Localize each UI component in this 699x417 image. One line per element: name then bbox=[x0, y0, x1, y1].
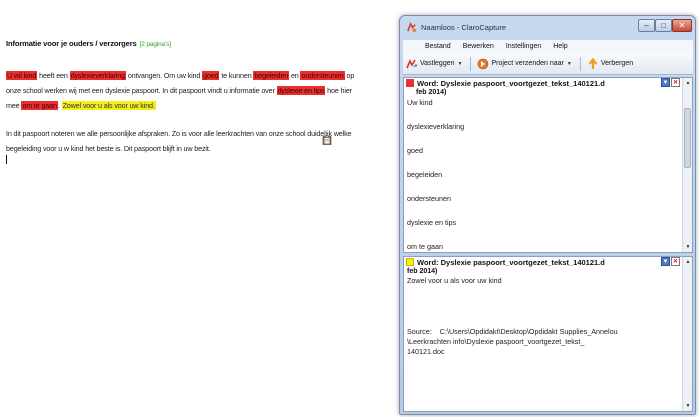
panel-header-buttons: ▼ ✕ bbox=[660, 257, 680, 266]
list-item[interactable]: dyslexie en tips bbox=[407, 218, 692, 227]
toolbar: Vastleggen ▼ Project verzenden naar ▼ Ve… bbox=[403, 53, 693, 75]
highlight-red: goed bbox=[202, 71, 220, 80]
panel-scrollbar[interactable]: ▲ ▼ bbox=[682, 78, 692, 252]
paragraph-text: te kunnen bbox=[219, 71, 254, 80]
heading-page-count: [2 pagina's] bbox=[139, 41, 171, 48]
menu-bewerken[interactable]: Bewerken bbox=[463, 43, 494, 50]
screen: Informatie voor je ouders / verzorgers [2… bbox=[0, 0, 699, 417]
menu-instellingen[interactable]: Instellingen bbox=[506, 43, 541, 50]
list-item[interactable]: begeleiden bbox=[407, 170, 692, 179]
list-item[interactable]: goed bbox=[407, 146, 692, 155]
source-path-line-1: C:\Users\Opdidakt\Desktop\Opdidakt Suppl… bbox=[439, 327, 618, 336]
document-area[interactable]: Informatie voor je ouders / verzorgers [2… bbox=[6, 38, 356, 164]
panel-item-list: Uw kind dyslexieverklaring goed begeleid… bbox=[404, 98, 692, 251]
source-path-line-3: 140121.doc bbox=[407, 347, 445, 356]
scroll-thumb[interactable] bbox=[684, 108, 691, 168]
menu-bar: Bestand Bewerken Instellingen Help bbox=[403, 40, 693, 53]
document-paragraph-1[interactable]: U wil kind heeft een dyslexieverklaring … bbox=[6, 68, 356, 113]
clarocapture-app-icon bbox=[407, 21, 417, 32]
highlight-red: om te gaan bbox=[21, 101, 58, 110]
panel-header: Word: Dyslexie paspoort_voortgezet_tekst… bbox=[404, 257, 692, 267]
paragraph-text: en bbox=[289, 71, 301, 80]
scroll-down-icon[interactable]: ▼ bbox=[683, 242, 692, 252]
capture-label: Vastleggen bbox=[420, 60, 455, 67]
hide-label: Verbergen bbox=[600, 60, 634, 67]
paragraph-text: heeft een bbox=[37, 71, 70, 80]
panel-title: Word: Dyslexie paspoort_voortgezet_tekst… bbox=[417, 257, 605, 267]
highlight-red: dyslexieverklaring bbox=[69, 71, 127, 80]
panel-expand-button[interactable]: ▼ bbox=[661, 257, 670, 266]
minimize-button[interactable]: – bbox=[638, 19, 655, 32]
toolbar-separator bbox=[579, 56, 581, 71]
menu-bestand[interactable]: Bestand bbox=[425, 43, 451, 50]
clarocapture-window: Naamloos - ClaroCapture – □ ✕ Bestand Be… bbox=[399, 15, 696, 415]
panel-header-buttons: ▼ ✕ bbox=[660, 78, 680, 87]
document-heading: Informatie voor je ouders / verzorgers [2… bbox=[6, 38, 356, 50]
send-project-dropdown-icon[interactable]: ▼ bbox=[567, 61, 572, 67]
source-label: Source: bbox=[407, 327, 432, 336]
scroll-up-icon[interactable]: ▲ bbox=[683, 257, 692, 267]
maximize-button[interactable]: □ bbox=[655, 19, 672, 32]
window-title: Naamloos - ClaroCapture bbox=[421, 22, 507, 32]
highlight-red: ondersteunen bbox=[300, 71, 345, 80]
document-paragraph-2[interactable]: In dit paspoort noteren we alle persoonl… bbox=[6, 126, 356, 156]
panel-title-continued: feb 2014) bbox=[416, 89, 447, 96]
capture-icon bbox=[406, 58, 418, 68]
hide-button[interactable]: Verbergen bbox=[584, 55, 636, 73]
panel-title-continued: feb 2014) bbox=[407, 268, 438, 275]
capture-dropdown-icon[interactable]: ▼ bbox=[458, 61, 463, 67]
scroll-up-icon[interactable]: ▲ bbox=[683, 78, 692, 88]
panel-scrollbar[interactable]: ▲ ▼ bbox=[682, 257, 692, 411]
toolbar-separator bbox=[470, 56, 472, 71]
clipboard-icon[interactable] bbox=[322, 135, 332, 145]
send-project-icon bbox=[478, 58, 489, 69]
panel-expand-button[interactable]: ▼ bbox=[661, 78, 670, 87]
source-info: Source: C:\Users\Opdidakt\Desktop\Opdidak… bbox=[404, 327, 692, 357]
panel-header: Word: Dyslexie paspoort_voortgezet_tekst… bbox=[404, 78, 692, 88]
paragraph-2-text: In dit paspoort noteren we alle persoonl… bbox=[6, 129, 352, 153]
send-project-label: Project verzenden naar bbox=[491, 60, 564, 67]
list-item[interactable]: ondersteunen bbox=[407, 194, 692, 203]
panel-title: Word: Dyslexie paspoort_voortgezet_tekst… bbox=[417, 78, 605, 88]
highlight-red: begeleiden bbox=[253, 71, 290, 80]
highlight-red: U wil kind bbox=[6, 71, 38, 80]
capture-panel-red[interactable]: Word: Dyslexie paspoort_voortgezet_tekst… bbox=[403, 77, 693, 253]
send-project-button[interactable]: Project verzenden naar ▼ bbox=[474, 55, 574, 73]
yellow-color-swatch bbox=[406, 258, 414, 266]
menu-help[interactable]: Help bbox=[553, 43, 567, 50]
source-path-line-2: \Leerkrachten info\Dyslexie paspoort_voo… bbox=[407, 337, 585, 346]
highlight-red: dyslexie en tips bbox=[276, 86, 326, 95]
panel-delete-button[interactable]: ✕ bbox=[671, 257, 680, 266]
captured-text[interactable]: Zowel voor u als voor uw kind bbox=[404, 276, 692, 285]
hide-arrow-icon bbox=[588, 57, 598, 69]
close-window-button[interactable]: ✕ bbox=[672, 19, 692, 32]
red-color-swatch bbox=[406, 79, 414, 87]
capture-button[interactable]: Vastleggen ▼ bbox=[403, 55, 465, 73]
highlight-yellow: Zowel voor u als voor uw kind. bbox=[61, 101, 156, 110]
list-item[interactable]: Uw kind bbox=[407, 98, 692, 107]
paragraph-text: ontvangen. Om uw kind bbox=[126, 71, 203, 80]
scroll-down-icon[interactable]: ▼ bbox=[683, 401, 692, 411]
panel-delete-button[interactable]: ✕ bbox=[671, 78, 680, 87]
list-item[interactable]: dyslexieverklaring bbox=[407, 122, 692, 131]
list-item[interactable]: om te gaan bbox=[407, 242, 692, 251]
paragraph-text: . bbox=[57, 101, 62, 110]
capture-panel-yellow[interactable]: Word: Dyslexie paspoort_voortgezet_tekst… bbox=[403, 256, 693, 412]
heading-text: Informatie voor je ouders / verzorgers bbox=[6, 39, 137, 48]
